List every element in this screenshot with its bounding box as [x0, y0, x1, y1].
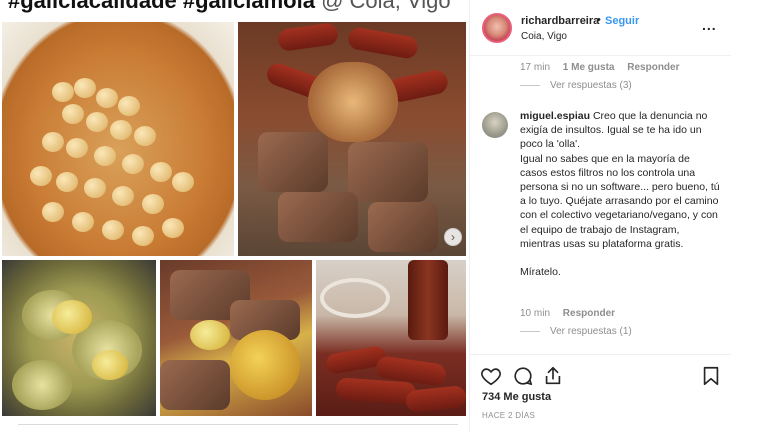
- photo-chorizo-plate: [316, 260, 466, 416]
- reply-button[interactable]: Responder: [627, 62, 679, 73]
- reply-button-2[interactable]: Responder: [563, 308, 615, 319]
- second-comment-meta: 10 min Responder: [520, 308, 625, 319]
- replies-line-2: [520, 330, 540, 332]
- comment-likes-count[interactable]: 1 Me gusta: [563, 62, 615, 73]
- author-username[interactable]: richardbarreira: [521, 15, 599, 27]
- replies-line: [520, 84, 540, 86]
- view-replies-label-2: Ver respuestas (1): [550, 326, 632, 337]
- heart-icon[interactable]: [480, 365, 502, 387]
- post-time-ago: HACE 2 DÍAS: [482, 411, 536, 420]
- author-avatar[interactable]: [482, 13, 512, 43]
- bookmark-icon[interactable]: [700, 365, 722, 387]
- follow-button[interactable]: Seguir: [605, 15, 639, 27]
- post-image-collage[interactable]: #galiciacalidade #galiciamola @ Coia, Vi…: [0, 0, 478, 432]
- photo-meat-and-chicken: [160, 260, 312, 416]
- comments-panel: richardbarreira • Seguir Coia, Vigo ... …: [469, 0, 731, 432]
- post-location[interactable]: Coia, Vigo: [521, 31, 567, 42]
- photo-cabbage-stew: [2, 260, 156, 416]
- commenter-avatar[interactable]: [482, 112, 508, 138]
- post-caption-hashtags: #galiciacalidade #galiciamola @ Coia, Vi…: [8, 0, 451, 14]
- caption-location: @ Coia, Vigo: [321, 0, 451, 13]
- caption-divider: [18, 424, 458, 432]
- header-separator: •: [597, 14, 601, 26]
- view-replies-link[interactable]: Ver respuestas (3): [520, 80, 632, 91]
- post-header: richardbarreira • Seguir Coia, Vigo ...: [470, 0, 731, 56]
- view-replies-label: Ver respuestas (3): [550, 80, 632, 91]
- post-actions: 734 Me gusta HACE 2 DÍAS: [470, 354, 731, 432]
- comment-body: miguel.espiau Creo que la denuncia no ex…: [520, 109, 720, 279]
- commenter-username[interactable]: miguel.espiau: [520, 110, 590, 122]
- more-options-icon[interactable]: ...: [702, 17, 717, 33]
- photo-meat-platter: [238, 22, 466, 256]
- view-replies-link-2[interactable]: Ver respuestas (1): [520, 326, 632, 337]
- comment-time: 17 min: [520, 62, 551, 73]
- comment-time-2: 10 min: [520, 308, 551, 319]
- photo-chickpea-stew: [2, 22, 234, 256]
- comment-text-2: Igual no sabes que en la mayoría de caso…: [520, 152, 720, 250]
- comment-icon[interactable]: [512, 365, 534, 387]
- hashtags-text: #galiciacalidade #galiciamola: [8, 0, 315, 13]
- likes-total[interactable]: 734 Me gusta: [482, 391, 551, 403]
- share-icon[interactable]: [542, 365, 564, 387]
- comment-text-3: Míratelo.: [520, 266, 561, 279]
- first-comment-meta: 17 min 1 Me gusta Responder: [520, 62, 690, 73]
- next-image-arrow-icon[interactable]: ›: [444, 228, 462, 246]
